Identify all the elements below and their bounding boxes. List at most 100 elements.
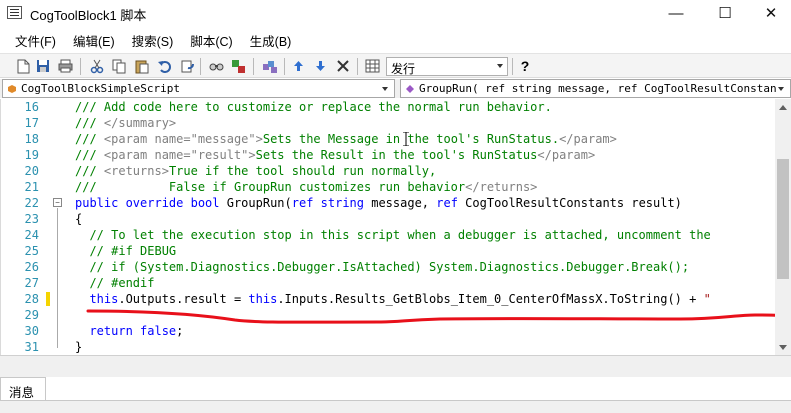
text-cursor-icon xyxy=(403,132,409,146)
code-editor[interactable]: 16 /// Add code here to customize or repl… xyxy=(0,99,775,355)
print-icon[interactable] xyxy=(56,57,74,75)
new-icon[interactable] xyxy=(14,57,32,75)
up-arrow-icon[interactable] xyxy=(289,57,307,75)
title-bar: CogToolBlock1 脚本 — ☐ ✕ xyxy=(0,0,791,26)
menu-bar: 文件(F) 编辑(E) 搜索(S) 脚本(C) 生成(B) xyxy=(0,28,791,52)
code-token: <param name="result"> xyxy=(103,148,256,162)
build-config-select[interactable]: 发行 xyxy=(386,57,508,76)
code-text: this.Outputs.result = this.Inputs.Result… xyxy=(75,291,711,307)
toolbar-separator xyxy=(200,58,201,75)
code-text: // if (System.Diagnostics.Debugger.IsAtt… xyxy=(75,259,689,275)
line-number: 27 xyxy=(24,276,39,290)
chevron-down-icon xyxy=(778,87,784,91)
toolbar: 发行 ? xyxy=(0,53,791,78)
build-icon[interactable] xyxy=(261,57,279,75)
code-token: ; xyxy=(176,324,184,338)
code-token: " xyxy=(703,292,711,306)
cut-icon[interactable] xyxy=(88,57,106,75)
code-text: { xyxy=(75,211,82,227)
code-token: // #endif xyxy=(75,276,155,290)
code-token: // if (System.Diagnostics.Debugger.IsAtt… xyxy=(75,260,690,274)
toolbar-separator xyxy=(80,58,81,75)
scroll-up-icon[interactable] xyxy=(775,99,791,115)
code-token: { xyxy=(75,212,83,226)
code-line[interactable]: 26 // if (System.Diagnostics.Debugger.Is… xyxy=(1,259,775,275)
undo-icon[interactable] xyxy=(155,57,173,75)
line-number: 23 xyxy=(24,212,39,226)
code-line[interactable]: 25 // #if DEBUG xyxy=(1,243,775,259)
code-token: Sets the Result in the tool's RunStatus xyxy=(255,148,538,162)
line-number: 16 xyxy=(24,100,39,114)
code-text: } xyxy=(75,339,82,355)
scroll-thumb[interactable] xyxy=(777,159,789,279)
vertical-scrollbar[interactable] xyxy=(775,99,791,355)
replace-icon[interactable] xyxy=(230,57,248,75)
code-token: message, xyxy=(371,196,437,210)
code-line[interactable]: 17 /// </summary> xyxy=(1,115,775,131)
code-token: } xyxy=(75,340,83,354)
copy-icon[interactable] xyxy=(110,57,128,75)
find-icon[interactable] xyxy=(208,57,226,75)
code-line[interactable]: 24 // To let the execution stop in this … xyxy=(1,227,775,243)
code-token: /// xyxy=(75,148,104,162)
toolbar-separator xyxy=(357,58,358,75)
paste-icon[interactable] xyxy=(133,57,151,75)
panel-splitter[interactable] xyxy=(0,355,791,377)
member-select[interactable]: GroupRun( ref string message, ref CogToo… xyxy=(400,79,791,98)
down-arrow-icon[interactable] xyxy=(311,57,329,75)
code-token: // #if DEBUG xyxy=(75,244,177,258)
code-text: public override bool GroupRun(ref string… xyxy=(75,195,682,211)
code-text: /// <param name="result">Sets the Result… xyxy=(75,147,595,163)
code-line[interactable]: 19 /// <param name="result">Sets the Resu… xyxy=(1,147,775,163)
code-token: /// xyxy=(75,132,104,146)
tab-messages[interactable]: 消息 xyxy=(0,377,46,401)
delete-icon[interactable] xyxy=(334,57,352,75)
save-icon[interactable] xyxy=(34,57,52,75)
code-token: <param name="message"> xyxy=(103,132,263,146)
window-title: CogToolBlock1 脚本 xyxy=(30,8,147,23)
chevron-down-icon xyxy=(497,64,503,68)
code-line[interactable]: 27 // #endif xyxy=(1,275,775,291)
menu-build[interactable]: 生成(B) xyxy=(243,28,299,53)
code-line[interactable]: 31} xyxy=(1,339,775,355)
code-token: .Inputs.Results_GetBlobs_Item_0_CenterOf… xyxy=(277,292,704,306)
code-line[interactable]: 29 xyxy=(1,307,775,323)
code-line[interactable]: 16 /// Add code here to customize or repl… xyxy=(1,99,775,115)
code-token: .Outputs.result = xyxy=(118,292,249,306)
minimize-button[interactable]: — xyxy=(653,0,699,26)
line-number: 19 xyxy=(24,148,39,162)
code-token: </summary> xyxy=(103,116,177,130)
code-line[interactable]: 28 this.Outputs.result = this.Inputs.Res… xyxy=(1,291,775,307)
menu-script[interactable]: 脚本(C) xyxy=(183,28,239,53)
scroll-down-icon[interactable] xyxy=(775,339,791,355)
code-line[interactable]: 21 /// False if GroupRun customizes run b… xyxy=(1,179,775,195)
code-token: this xyxy=(248,292,278,306)
code-line[interactable]: 18 /// <param name="message">Sets the Mes… xyxy=(1,131,775,147)
code-line[interactable]: 23 { xyxy=(1,211,775,227)
class-icon xyxy=(8,85,16,93)
line-number: 29 xyxy=(24,308,39,322)
close-button[interactable]: ✕ xyxy=(748,0,791,26)
code-line[interactable]: 30 return false; xyxy=(1,323,775,339)
code-token: <returns> xyxy=(103,164,169,178)
change-marker xyxy=(46,292,50,306)
code-text: /// </summary> xyxy=(75,115,176,131)
fold-toggle-icon[interactable]: − xyxy=(53,198,62,207)
line-number: 22 xyxy=(24,196,39,210)
code-line[interactable]: 20 /// <returns>True if the tool should r… xyxy=(1,163,775,179)
menu-search[interactable]: 搜索(S) xyxy=(125,28,181,53)
menu-edit[interactable]: 编辑(E) xyxy=(66,28,122,53)
code-token: ref xyxy=(436,196,466,210)
redo-icon[interactable] xyxy=(178,57,196,75)
line-number: 26 xyxy=(24,260,39,274)
code-token: public override bool xyxy=(75,196,227,210)
class-select-value: CogToolBlockSimpleScript xyxy=(21,82,180,95)
maximize-button[interactable]: ☐ xyxy=(702,0,748,26)
calculator-icon[interactable] xyxy=(363,57,381,75)
line-number: 28 xyxy=(24,292,39,306)
menu-file[interactable]: 文件(F) xyxy=(8,28,63,53)
code-token: ref string xyxy=(291,196,372,210)
help-icon[interactable]: ? xyxy=(516,57,534,75)
code-line[interactable]: 22 public override bool GroupRun(ref stri… xyxy=(1,195,775,211)
class-select[interactable]: CogToolBlockSimpleScript xyxy=(2,79,395,98)
